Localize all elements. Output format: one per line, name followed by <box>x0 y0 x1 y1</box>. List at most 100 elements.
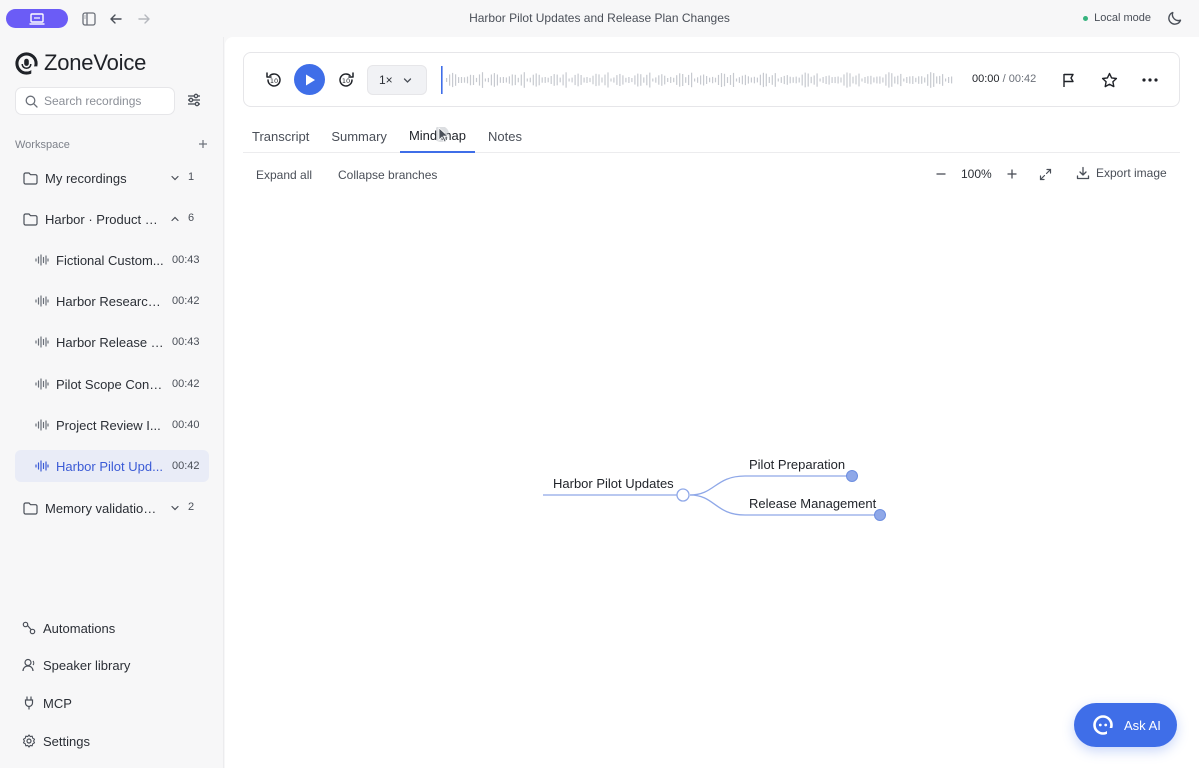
waveform-bar <box>774 73 776 87</box>
mind-map-child-node[interactable]: Release Management <box>749 496 877 511</box>
waveform-bar <box>726 77 729 83</box>
recording-item-active[interactable]: Harbor Pilot Upd... 00:42 <box>15 450 209 482</box>
forward-10-button[interactable]: 10 <box>335 69 357 91</box>
waveform-bar <box>709 77 711 83</box>
root-collapse-toggle[interactable] <box>676 488 690 502</box>
chevron-down-icon[interactable] <box>168 171 182 185</box>
nav-mcp[interactable]: MCP <box>15 689 209 717</box>
collapse-branches-button[interactable]: Collapse branches <box>338 168 437 182</box>
waveform-bar <box>927 74 929 86</box>
fullscreen-button[interactable] <box>1038 166 1054 182</box>
folder-my-recordings[interactable]: My recordings 1 <box>15 162 209 194</box>
waveform-bar <box>948 77 950 83</box>
expand-all-button[interactable]: Expand all <box>256 168 312 182</box>
waveform-bar <box>915 77 917 83</box>
nav-automations[interactable]: Automations <box>15 614 209 642</box>
waveform-bar <box>930 72 932 88</box>
ask-ai-button[interactable]: Ask AI <box>1074 703 1177 747</box>
waveform-bar <box>607 72 609 88</box>
waveform-bar <box>756 77 758 83</box>
playback-time: 00:00 / 00:42 <box>972 73 1036 85</box>
gear-icon <box>21 733 37 749</box>
waveform-bar <box>463 77 466 83</box>
waveform-bar <box>753 76 755 84</box>
playback-speed-select[interactable]: 1× <box>367 65 427 95</box>
folder-harbor-product[interactable]: Harbor · Product c... 6 <box>15 203 209 235</box>
waveform-bar <box>813 75 815 85</box>
ask-ai-label: Ask AI <box>1124 717 1161 733</box>
play-button[interactable] <box>294 64 325 95</box>
more-options-button[interactable] <box>1140 70 1160 90</box>
waveform-icon <box>34 334 50 350</box>
waveform-bar <box>843 74 845 86</box>
waveform-bar <box>861 78 863 82</box>
waveform-bar <box>577 73 579 87</box>
waveform-bar <box>637 73 639 87</box>
flag-button[interactable] <box>1059 70 1079 90</box>
mind-map-canvas[interactable]: Harbor Pilot Updates Pilot Preparation R… <box>225 197 1199 757</box>
waveform-bar <box>613 77 615 83</box>
search-input[interactable] <box>44 94 169 108</box>
workspace-switcher-button[interactable] <box>6 9 68 28</box>
waveform-bar <box>897 75 899 85</box>
waveform-bar <box>691 72 693 88</box>
total-time: 00:42 <box>1008 73 1037 85</box>
playhead[interactable] <box>441 66 443 94</box>
tab-notes[interactable]: Notes <box>479 119 531 153</box>
folder-icon <box>22 211 38 227</box>
forward-button[interactable] <box>134 9 154 29</box>
waveform-bar <box>780 77 782 83</box>
tab-transcript[interactable]: Transcript <box>243 119 318 153</box>
waveform-bar <box>592 75 594 85</box>
local-mode-label: Local mode <box>1094 12 1151 24</box>
waveform-bar <box>622 75 624 85</box>
waveform-bar <box>768 76 770 83</box>
folder-label: Memory validation ... <box>45 500 160 516</box>
waveform-bar <box>640 74 642 86</box>
child-expand-toggle[interactable] <box>846 470 858 482</box>
filter-button[interactable] <box>186 92 206 112</box>
expand-icon <box>1040 168 1052 180</box>
chevron-down-icon[interactable] <box>168 501 182 515</box>
favorite-button[interactable] <box>1099 70 1119 90</box>
waveform-bar <box>505 77 507 83</box>
mind-map-child-node[interactable]: Pilot Preparation <box>749 457 845 472</box>
waveform-bar <box>446 78 448 82</box>
nav-settings[interactable]: Settings <box>15 727 209 755</box>
recording-duration: 00:43 <box>172 254 200 266</box>
mind-map-root-node[interactable]: Harbor Pilot Updates <box>553 476 674 491</box>
waveform-bar <box>876 76 878 84</box>
nav-speaker-library[interactable]: Speaker library <box>15 651 209 679</box>
waveform-bar <box>747 76 749 84</box>
waveform-bar <box>885 74 887 86</box>
zoom-in-button[interactable] <box>1004 166 1020 182</box>
toggle-sidebar-button[interactable] <box>79 9 99 29</box>
recording-item[interactable]: Fictional Custom... 00:43 <box>15 244 209 276</box>
add-folder-button[interactable] <box>196 137 210 151</box>
theme-toggle-button[interactable] <box>1167 10 1185 28</box>
rewind-10-button[interactable]: 10 <box>263 69 285 91</box>
waveform-bar <box>783 75 785 85</box>
recording-item[interactable]: Harbor Research ... 00:42 <box>15 285 209 317</box>
zoom-out-button[interactable] <box>933 166 949 182</box>
recording-item[interactable]: Pilot Scope Confi... 00:42 <box>15 368 209 400</box>
waveform-bar <box>921 76 923 84</box>
waveform-bar <box>601 77 603 83</box>
waveform-scrubber[interactable] <box>440 65 960 95</box>
waveform-bar <box>906 77 908 83</box>
export-image-button[interactable]: Export image <box>1076 166 1167 180</box>
folder-memory-validation[interactable]: Memory validation ... 2 <box>15 492 209 524</box>
chevron-up-icon[interactable] <box>168 212 182 226</box>
waveform-bar <box>789 76 791 84</box>
child-expand-toggle[interactable] <box>874 509 886 521</box>
tab-summary[interactable]: Summary <box>322 119 396 153</box>
waveform-bar <box>801 74 803 86</box>
recording-item[interactable]: Project Review I... 00:40 <box>15 409 209 441</box>
back-button[interactable] <box>106 9 126 29</box>
recording-item[interactable]: Harbor Release P... 00:43 <box>15 326 209 358</box>
waveform-icon <box>34 376 50 392</box>
waveform-bar <box>676 75 678 85</box>
waveform-bar <box>502 77 504 83</box>
waveform-bar <box>550 76 552 84</box>
mouse-cursor-icon <box>436 127 450 143</box>
